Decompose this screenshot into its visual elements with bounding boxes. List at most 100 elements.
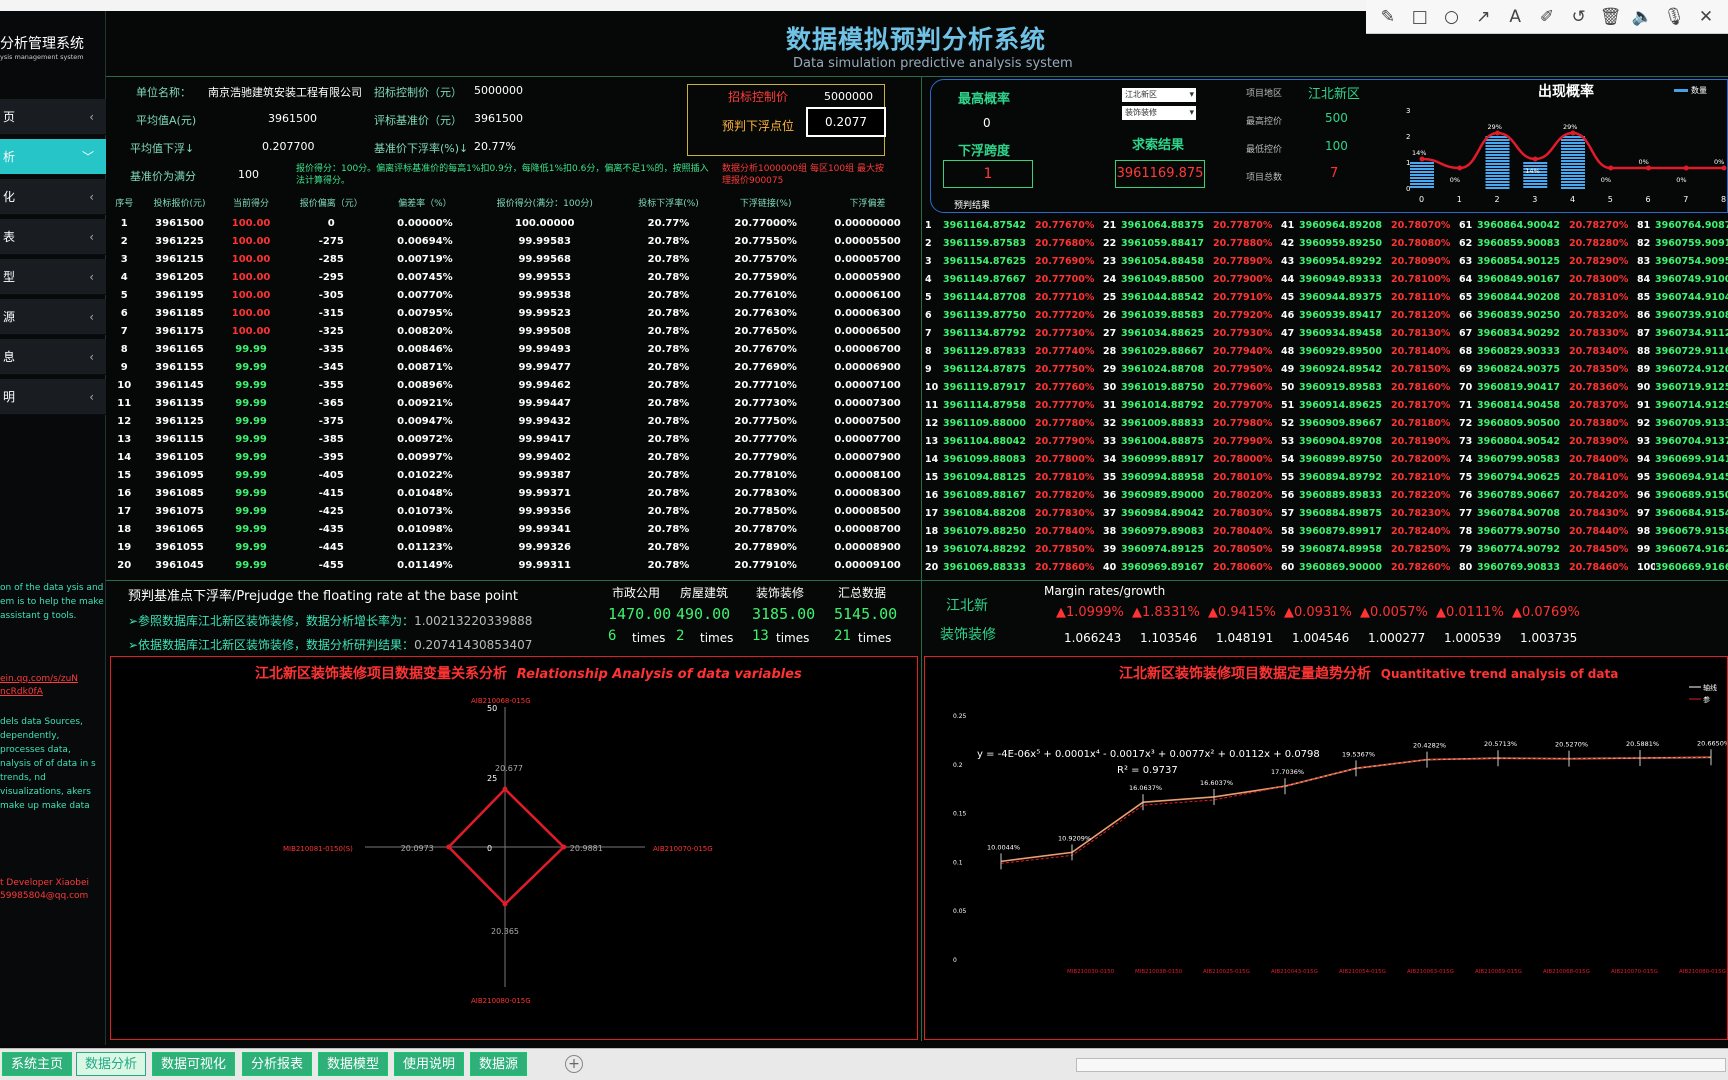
table-cell: 3960844.90208	[1477, 291, 1560, 303]
table-cell: 0.00008700	[834, 523, 901, 535]
table-cell: 3961145	[155, 379, 204, 391]
float-point-label: 预判下浮点位	[722, 119, 795, 133]
table-cell: 9	[120, 361, 128, 373]
table-cell: 47	[1281, 327, 1295, 339]
tab-source[interactable]: 数据源	[470, 1052, 528, 1076]
table-cell: 99.99462	[518, 379, 571, 391]
table-cell: 20.78280%	[1569, 237, 1629, 249]
table-cell: 3960769.90833	[1477, 561, 1560, 573]
sidebar-item-analysis[interactable]: 析 ﹀	[0, 139, 106, 175]
table-cell: 20.77730%	[734, 397, 797, 409]
table-cell: 52	[1281, 417, 1295, 429]
table-cell: 86	[1637, 309, 1651, 321]
data-label: 19.5367%	[1342, 750, 1375, 758]
table-cell: 20.78200%	[1391, 453, 1451, 465]
text-icon[interactable]: A	[1504, 7, 1526, 27]
prob-label: 29%	[1488, 123, 1502, 131]
avg-a-value: 3961500	[268, 112, 317, 125]
float-point-input[interactable]: 0.2077	[806, 107, 886, 137]
table-cell: 99.99	[235, 487, 267, 499]
pencil-icon[interactable]: ✎	[1377, 7, 1399, 27]
arrow-icon[interactable]: ↗	[1472, 7, 1494, 27]
close-icon[interactable]: ✕	[1695, 7, 1717, 27]
table-cell: 20.78180%	[1391, 417, 1451, 429]
x-tick: MIB210030-0150	[1067, 969, 1115, 975]
table-cell: 100	[1637, 561, 1655, 573]
table-cell: 20.78010%	[1213, 471, 1273, 483]
table-cell: 71	[1459, 399, 1473, 411]
add-sheet-icon[interactable]: +	[565, 1055, 583, 1073]
table-cell: 9	[925, 363, 932, 375]
table-cell: 3961024.88708	[1121, 363, 1204, 375]
table-cell: 3960839.90250	[1477, 309, 1560, 321]
tab-report[interactable]: 分析报表	[242, 1052, 313, 1076]
sidebar-item-help[interactable]: 明 ‹	[0, 379, 106, 415]
table-cell: 0.00006100	[834, 289, 901, 301]
highlight-icon[interactable]: ✐	[1536, 7, 1558, 27]
table-cell: 20.78360%	[1569, 381, 1629, 393]
tab-home[interactable]: 系统主页	[2, 1052, 73, 1076]
prob-point	[1570, 130, 1576, 136]
table-cell: 89	[1637, 363, 1651, 375]
data-rule-text: 数据分析1000000组 每区100组 最大按理报价900075	[722, 164, 884, 186]
table-cell: 3960689.91500	[1655, 489, 1728, 501]
sidebar-item-visual[interactable]: 化 ‹	[0, 179, 106, 215]
table-cell: 0.00896%	[397, 379, 453, 391]
table-cell: 95	[1637, 471, 1651, 483]
table-cell: 79	[1459, 543, 1473, 555]
x-tick: AIB210080-015G	[1679, 969, 1726, 975]
table-cell: 100.00	[231, 289, 271, 301]
table-cell: 20.77750%	[1035, 363, 1095, 375]
prob-point	[1721, 165, 1727, 171]
horizontal-scrollbar[interactable]	[1076, 1058, 1726, 1072]
table-cell: 20.78020%	[1213, 489, 1273, 501]
circle-icon[interactable]: ○	[1441, 7, 1463, 27]
unit-value: 南京浩驰建筑安装工程有限公司	[208, 86, 362, 99]
speaker-icon[interactable]: 🔈	[1631, 7, 1653, 27]
square-icon[interactable]: □	[1409, 7, 1431, 27]
mic-icon[interactable]: 🎙	[1663, 7, 1685, 27]
area-select[interactable]: 江北新区	[1122, 88, 1196, 102]
table-cell: 20.78460%	[1569, 561, 1629, 573]
probability-chart: 出现概率 数量 0 1 2 3 0 1 2 3 4 5 6 7 8 14% 0% 29% 14% 29% 0% 0% 0…	[1406, 83, 1727, 204]
tab-model[interactable]: 数据模型	[318, 1052, 389, 1076]
table-cell: 41	[1281, 219, 1295, 231]
table-cell: 3961095	[155, 469, 204, 481]
table-cell: 3960924.89542	[1299, 363, 1382, 375]
table-cell: 3960974.89125	[1121, 543, 1204, 555]
sidebar-item-info[interactable]: 息 ‹	[0, 339, 106, 375]
table-cell: 3960859.90083	[1477, 237, 1560, 249]
table-cell: 3960774.90792	[1477, 543, 1560, 555]
page-title: 数据模拟预判分析系统	[786, 25, 1047, 54]
sidebar-item-source[interactable]: 源 ‹	[0, 299, 106, 335]
tab-visual[interactable]: 数据可视化	[152, 1052, 236, 1076]
table-cell: 84	[1637, 273, 1651, 285]
radar-tick: 50	[487, 704, 497, 713]
y-tick: 2	[1406, 133, 1410, 141]
down-span-value[interactable]: 1	[943, 160, 1033, 188]
prob-bar	[1561, 136, 1585, 189]
table-cell: 20.77780%	[1035, 417, 1095, 429]
table-cell: 3960874.89958	[1299, 543, 1382, 555]
legend-label: 轴线	[1703, 683, 1717, 692]
sidebar-link[interactable]: ein.qq.com/s/zuN ncRdk0fA	[0, 673, 105, 699]
table-cell: 3960889.89833	[1299, 489, 1382, 501]
table-cell: 19	[117, 541, 132, 553]
table-cell: 20.78%	[647, 235, 690, 247]
x-tick: AIB210043-015G	[1271, 969, 1318, 975]
tab-analysis[interactable]: 数据分析	[76, 1052, 147, 1076]
category-select[interactable]: 装饰装修	[1122, 106, 1196, 120]
table-cell: 6	[925, 309, 932, 321]
app-logo-sub: ysis management system	[0, 53, 84, 61]
trash-icon[interactable]: 🗑	[1600, 7, 1622, 27]
table-cell: 99.99311	[518, 559, 571, 571]
sidebar-item-report[interactable]: 表 ‹	[0, 219, 106, 255]
sidebar-item-model[interactable]: 型 ‹	[0, 259, 106, 295]
table-cell: 20.77910%	[1213, 291, 1273, 303]
tab-help[interactable]: 使用说明	[394, 1052, 465, 1076]
undo-icon[interactable]: ↺	[1568, 7, 1590, 27]
down-span-label: 下浮跨度	[958, 144, 1011, 159]
sidebar-item-home[interactable]: 页 ‹	[0, 99, 106, 135]
y-tick: 0	[953, 957, 957, 964]
table-cell: 3960904.89708	[1299, 435, 1382, 447]
